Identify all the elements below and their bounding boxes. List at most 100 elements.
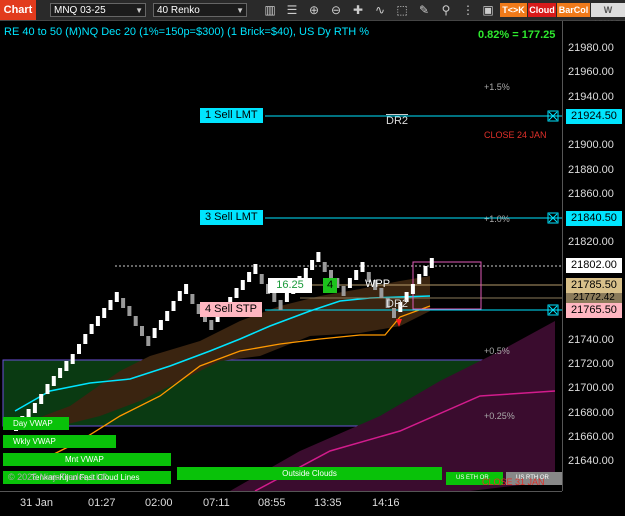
chart-tab[interactable]: Chart <box>0 0 36 20</box>
renko-brick <box>152 328 157 338</box>
price-axis-label: 21740.00 <box>568 333 614 346</box>
renko-brick <box>77 344 81 354</box>
mnt-vwap-legend[interactable]: Mnt VWAP <box>3 453 171 466</box>
time-axis-label: 31 Jan <box>20 497 54 509</box>
crosshair-icon[interactable]: ✚ <box>350 2 366 18</box>
indicators-icon[interactable]: ∿ <box>372 2 388 18</box>
renko-brick <box>177 291 182 301</box>
dr2-mid-label: DR2 <box>386 298 409 310</box>
renko-brick <box>417 274 422 284</box>
price-tag-sell-lmt3: 21840.50 <box>566 211 622 226</box>
price-tag-p1: 21785.50 <box>566 278 622 293</box>
renko-brick <box>253 264 258 274</box>
renko-brick <box>360 262 365 272</box>
time-axis-label: 14:16 <box>372 497 400 509</box>
plus-0-25-label: +0.25% <box>484 411 515 421</box>
renko-brick <box>165 311 170 321</box>
vwap-toggle-button[interactable]: W VWAP <box>591 3 625 29</box>
renko-brick <box>121 298 126 308</box>
price-axis-label: 21860.00 <box>568 187 614 200</box>
renko-brick <box>316 252 321 262</box>
instrument-selector[interactable]: MNQ 03-25 ▼ <box>50 3 146 17</box>
renko-brick <box>45 384 50 394</box>
renko-brick <box>310 260 315 270</box>
price-axis-label: 21700.00 <box>568 382 614 395</box>
zoom-in-icon[interactable]: ⊕ <box>306 2 322 18</box>
time-axis-label: 01:27 <box>88 497 116 509</box>
price-tag-p2: 21772.42 <box>566 293 622 303</box>
renko-brick <box>58 368 63 378</box>
instrument-selector-value: MNQ 03-25 <box>54 5 106 16</box>
time-axis-label: 07:11 <box>203 497 230 509</box>
sell-lmt3-label[interactable]: 3 Sell LMT <box>200 210 263 225</box>
renko-brick <box>158 320 163 330</box>
renko-brick <box>240 280 245 290</box>
barcol-toggle-button[interactable]: BarCol <box>557 3 590 17</box>
price-axis-label: 21820.00 <box>568 236 614 249</box>
renko-brick <box>272 292 277 302</box>
renko-brick <box>354 270 359 280</box>
price-axis-label: 21980.00 <box>568 42 614 54</box>
sell-stp-label[interactable]: 4 Sell STP <box>200 302 262 317</box>
plus-0-5-label: +0.5% <box>484 346 510 356</box>
plus-1-0-label: +1.0% <box>484 214 510 224</box>
renko-brick <box>39 394 44 404</box>
time-axis-label: 13:35 <box>314 497 342 509</box>
close-bottom-label: CLOSE 31 JAN <box>482 477 545 487</box>
copyright-label: © 2025 NinjaTrader, LLC <box>8 472 108 482</box>
bar-type-selector-value: 40 Renko <box>157 5 200 16</box>
zoom-out-icon[interactable]: ⊖ <box>328 2 344 18</box>
renko-brick <box>127 306 132 316</box>
day-vwap-legend[interactable]: Day VWAP <box>3 417 69 430</box>
wpp-label: WPP <box>365 278 391 290</box>
renko-brick <box>341 286 346 296</box>
renko-brick <box>95 316 100 326</box>
price-tag-sell-stp: 21765.50 <box>566 303 622 318</box>
bar-type-selector[interactable]: 40 Renko ▼ <box>153 3 247 17</box>
tk-toggle-button[interactable]: T<>K <box>500 3 527 17</box>
chart-title: RE 40 to 50 (M)NQ Dec 20 (1%=150p=$300) … <box>4 26 370 38</box>
properties-icon[interactable]: ⋮ <box>460 2 476 18</box>
data-box-icon[interactable]: ☰ <box>284 2 300 18</box>
renko-brick <box>89 324 94 334</box>
renko-brick <box>410 284 415 294</box>
wkly-vwap-legend[interactable]: Wkly VWAP <box>3 435 116 448</box>
renko-brick <box>322 262 327 272</box>
renko-brick <box>32 403 37 413</box>
price-axis-label: 21640.00 <box>568 455 614 468</box>
bar-chart-icon[interactable]: ▥ <box>262 2 278 18</box>
screenshot-icon[interactable]: ▣ <box>480 2 496 18</box>
renko-brick <box>429 258 434 268</box>
lock-icon[interactable]: ⚲ <box>438 2 454 18</box>
price-tag-sell-lmt1: 21924.50 <box>566 109 622 124</box>
position-qty-label[interactable]: 4 <box>323 278 337 293</box>
renko-brick <box>234 288 239 298</box>
renko-brick <box>83 334 88 344</box>
chart-canvas <box>2 110 562 491</box>
renko-brick <box>190 294 195 304</box>
renko-brick <box>347 278 352 288</box>
renko-brick <box>133 316 138 326</box>
drawing-tools-icon[interactable]: ✎ <box>416 2 432 18</box>
chevron-down-icon: ▼ <box>236 6 244 15</box>
renko-brick <box>51 376 56 386</box>
position-pnl-label[interactable]: 16.25 <box>268 278 312 293</box>
percent-change: 0.82% = 177.25 <box>478 29 556 41</box>
renko-brick <box>284 292 289 302</box>
price-chart-area[interactable]: 1 Sell LMT 3 Sell LMT 4 Sell STP 16.25 4… <box>0 21 562 491</box>
renko-brick <box>209 320 214 330</box>
renko-brick <box>303 268 308 278</box>
renko-brick <box>146 336 151 346</box>
cloud-toggle-button[interactable]: Cloud <box>528 3 556 17</box>
renko-brick <box>278 300 283 310</box>
plus-1-5-label: +1.5% <box>484 82 510 92</box>
outside-clouds-legend[interactable]: Outside Clouds <box>177 467 442 480</box>
renko-brick <box>114 292 119 302</box>
renko-brick <box>247 272 252 282</box>
chart-toolbar: Chart MNQ 03-25 ▼ 40 Renko ▼ ▥ ☰ ⊕ ⊖ ✚ ∿… <box>0 0 625 29</box>
sell-lmt1-label[interactable]: 1 Sell LMT <box>200 108 263 123</box>
renko-brick <box>108 300 113 310</box>
strategies-icon[interactable]: ⬚ <box>394 2 410 18</box>
renko-brick <box>423 266 428 276</box>
price-axis-label: 21720.00 <box>568 357 614 370</box>
